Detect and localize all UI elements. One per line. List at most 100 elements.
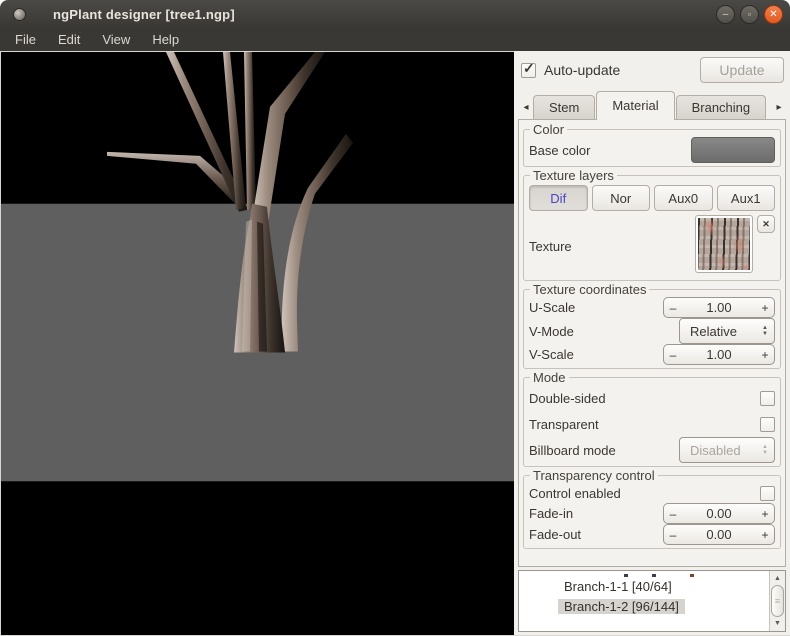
fade-in-label: Fade-in [529,506,573,521]
tab-scroll-right-icon[interactable]: ▸ [772,95,786,119]
material-page: Color Base color Texture layers Dif Nor … [518,119,786,567]
v-mode-row: V-Mode Relative ▲ ▼ [529,318,775,344]
v-scale-row: V-Scale – 1.00 + [529,344,775,365]
layer-nor-button[interactable]: Nor [592,185,651,211]
minus-icon[interactable]: – [664,301,682,315]
texture-label: Texture [529,239,572,254]
window-title: ngPlant designer [tree1.ngp] [53,7,235,22]
plus-icon[interactable]: + [756,528,774,542]
maximize-button[interactable]: ▫ [740,5,759,24]
titlebar: ngPlant designer [tree1.ngp] – ▫ ✕ [0,0,790,28]
color-group: Color Base color [523,122,781,167]
transparent-checkbox[interactable] [760,417,775,432]
spinner-arrows-icon[interactable]: ▲ ▼ [762,325,768,337]
transparency-control-legend: Transparency control [530,468,658,483]
v-scale-label: V-Scale [529,347,574,362]
minus-icon[interactable]: – [664,528,682,542]
transparent-label: Transparent [529,417,599,432]
list-item-branch-1-2[interactable]: Branch-1-2 [96/144] [519,597,769,617]
layer-aux0-button[interactable]: Aux0 [654,185,713,211]
fade-out-value[interactable]: 0.00 [682,527,756,542]
update-row: ✓ Auto-update Update [518,56,787,89]
branch-list-scrollbar[interactable]: ▲ ≡ ▼ [769,571,785,631]
spinner-arrows-icon: ▲ ▼ [762,444,768,456]
minimize-button[interactable]: – [716,5,735,24]
texture-thumbnail-button[interactable] [695,215,753,273]
transparency-control-group: Transparency control Control enabled Fad… [523,468,781,549]
fade-out-spinner[interactable]: – 0.00 + [663,524,775,545]
billboard-label: Billboard mode [529,443,616,458]
tab-scroll-left-icon[interactable]: ◂ [519,95,533,119]
u-scale-spinner[interactable]: – 1.00 + [663,297,775,318]
texture-layers-legend: Texture layers [530,168,617,183]
u-scale-label: U-Scale [529,300,575,315]
app-icon[interactable] [13,8,26,21]
viewport-3d[interactable] [0,51,514,635]
fade-in-spinner[interactable]: – 0.00 + [663,503,775,524]
tree-model [1,52,514,635]
layer-aux1-button[interactable]: Aux1 [717,185,776,211]
billboard-value: Disabled [690,443,741,458]
texture-coordinates-legend: Texture coordinates [530,282,649,297]
menu-file[interactable]: File [4,30,47,49]
tab-bar: ◂ Stem Material Branching ▸ [518,89,787,119]
fade-in-value[interactable]: 0.00 [682,506,756,521]
scroll-up-icon[interactable]: ▲ [771,572,784,585]
branch-list: Branch-1-1 [40/64] Branch-1-2 [96/144] ▲… [518,570,786,632]
grip-icon: ≡ [775,597,780,605]
texture-remove-button[interactable]: ✕ [757,215,775,233]
fade-in-row: Fade-in – 0.00 + [529,503,775,524]
base-color-row: Base color [529,137,775,163]
menu-edit[interactable]: Edit [47,30,91,49]
menubar: File Edit View Help [0,28,790,51]
billboard-row: Billboard mode Disabled ▲ ▼ [529,437,775,463]
list-item-partial[interactable] [519,571,769,577]
minus-icon[interactable]: – [664,348,682,362]
bark-texture-image [698,218,750,270]
base-color-label: Base color [529,143,590,158]
update-button[interactable]: Update [700,57,784,83]
u-scale-row: U-Scale – 1.00 + [529,297,775,318]
fade-out-row: Fade-out – 0.00 + [529,524,775,545]
plus-icon[interactable]: + [756,348,774,362]
list-item-branch-1-1[interactable]: Branch-1-1 [40/64] [519,577,769,597]
texture-layers-group: Texture layers Dif Nor Aux0 Aux1 Texture… [523,168,781,281]
scrollbar-thumb[interactable]: ≡ [771,585,784,617]
layer-dif-button[interactable]: Dif [529,185,588,211]
double-sided-label: Double-sided [529,391,606,406]
v-scale-spinner[interactable]: – 1.00 + [663,344,775,365]
branch-list-items: Branch-1-1 [40/64] Branch-1-2 [96/144] [519,571,769,631]
tab-branching[interactable]: Branching [676,95,767,119]
window-controls: – ▫ ✕ [716,5,783,24]
v-mode-value: Relative [690,324,737,339]
auto-update-checkbox[interactable]: ✓ [521,63,536,78]
tab-material[interactable]: Material [596,91,674,120]
check-icon: ✓ [523,60,535,77]
close-button[interactable]: ✕ [764,5,783,24]
v-mode-label: V-Mode [529,324,574,339]
double-sided-row: Double-sided [529,385,775,411]
base-color-swatch[interactable] [691,137,775,163]
mode-group: Mode Double-sided Transparent Billboard … [523,370,781,467]
plus-icon[interactable]: + [756,507,774,521]
billboard-dropdown[interactable]: Disabled ▲ ▼ [679,437,775,463]
menu-help[interactable]: Help [141,30,190,49]
menu-view[interactable]: View [91,30,141,49]
plus-icon[interactable]: + [756,301,774,315]
fade-out-label: Fade-out [529,527,581,542]
v-mode-dropdown[interactable]: Relative ▲ ▼ [679,318,775,344]
minus-icon[interactable]: – [664,507,682,521]
texture-coordinates-group: Texture coordinates U-Scale – 1.00 + V-M… [523,282,781,369]
texture-layer-buttons: Dif Nor Aux0 Aux1 [529,185,775,211]
scroll-down-icon[interactable]: ▼ [771,617,784,630]
auto-update-label: Auto-update [544,62,620,78]
v-scale-value[interactable]: 1.00 [682,347,756,362]
texture-row: Texture ✕ [529,215,775,277]
double-sided-checkbox[interactable] [760,391,775,406]
tab-stem[interactable]: Stem [533,95,595,119]
color-group-legend: Color [530,122,567,137]
control-enabled-label: Control enabled [529,486,621,501]
control-enabled-row: Control enabled [529,483,775,503]
control-enabled-checkbox[interactable] [760,486,775,501]
u-scale-value[interactable]: 1.00 [682,300,756,315]
